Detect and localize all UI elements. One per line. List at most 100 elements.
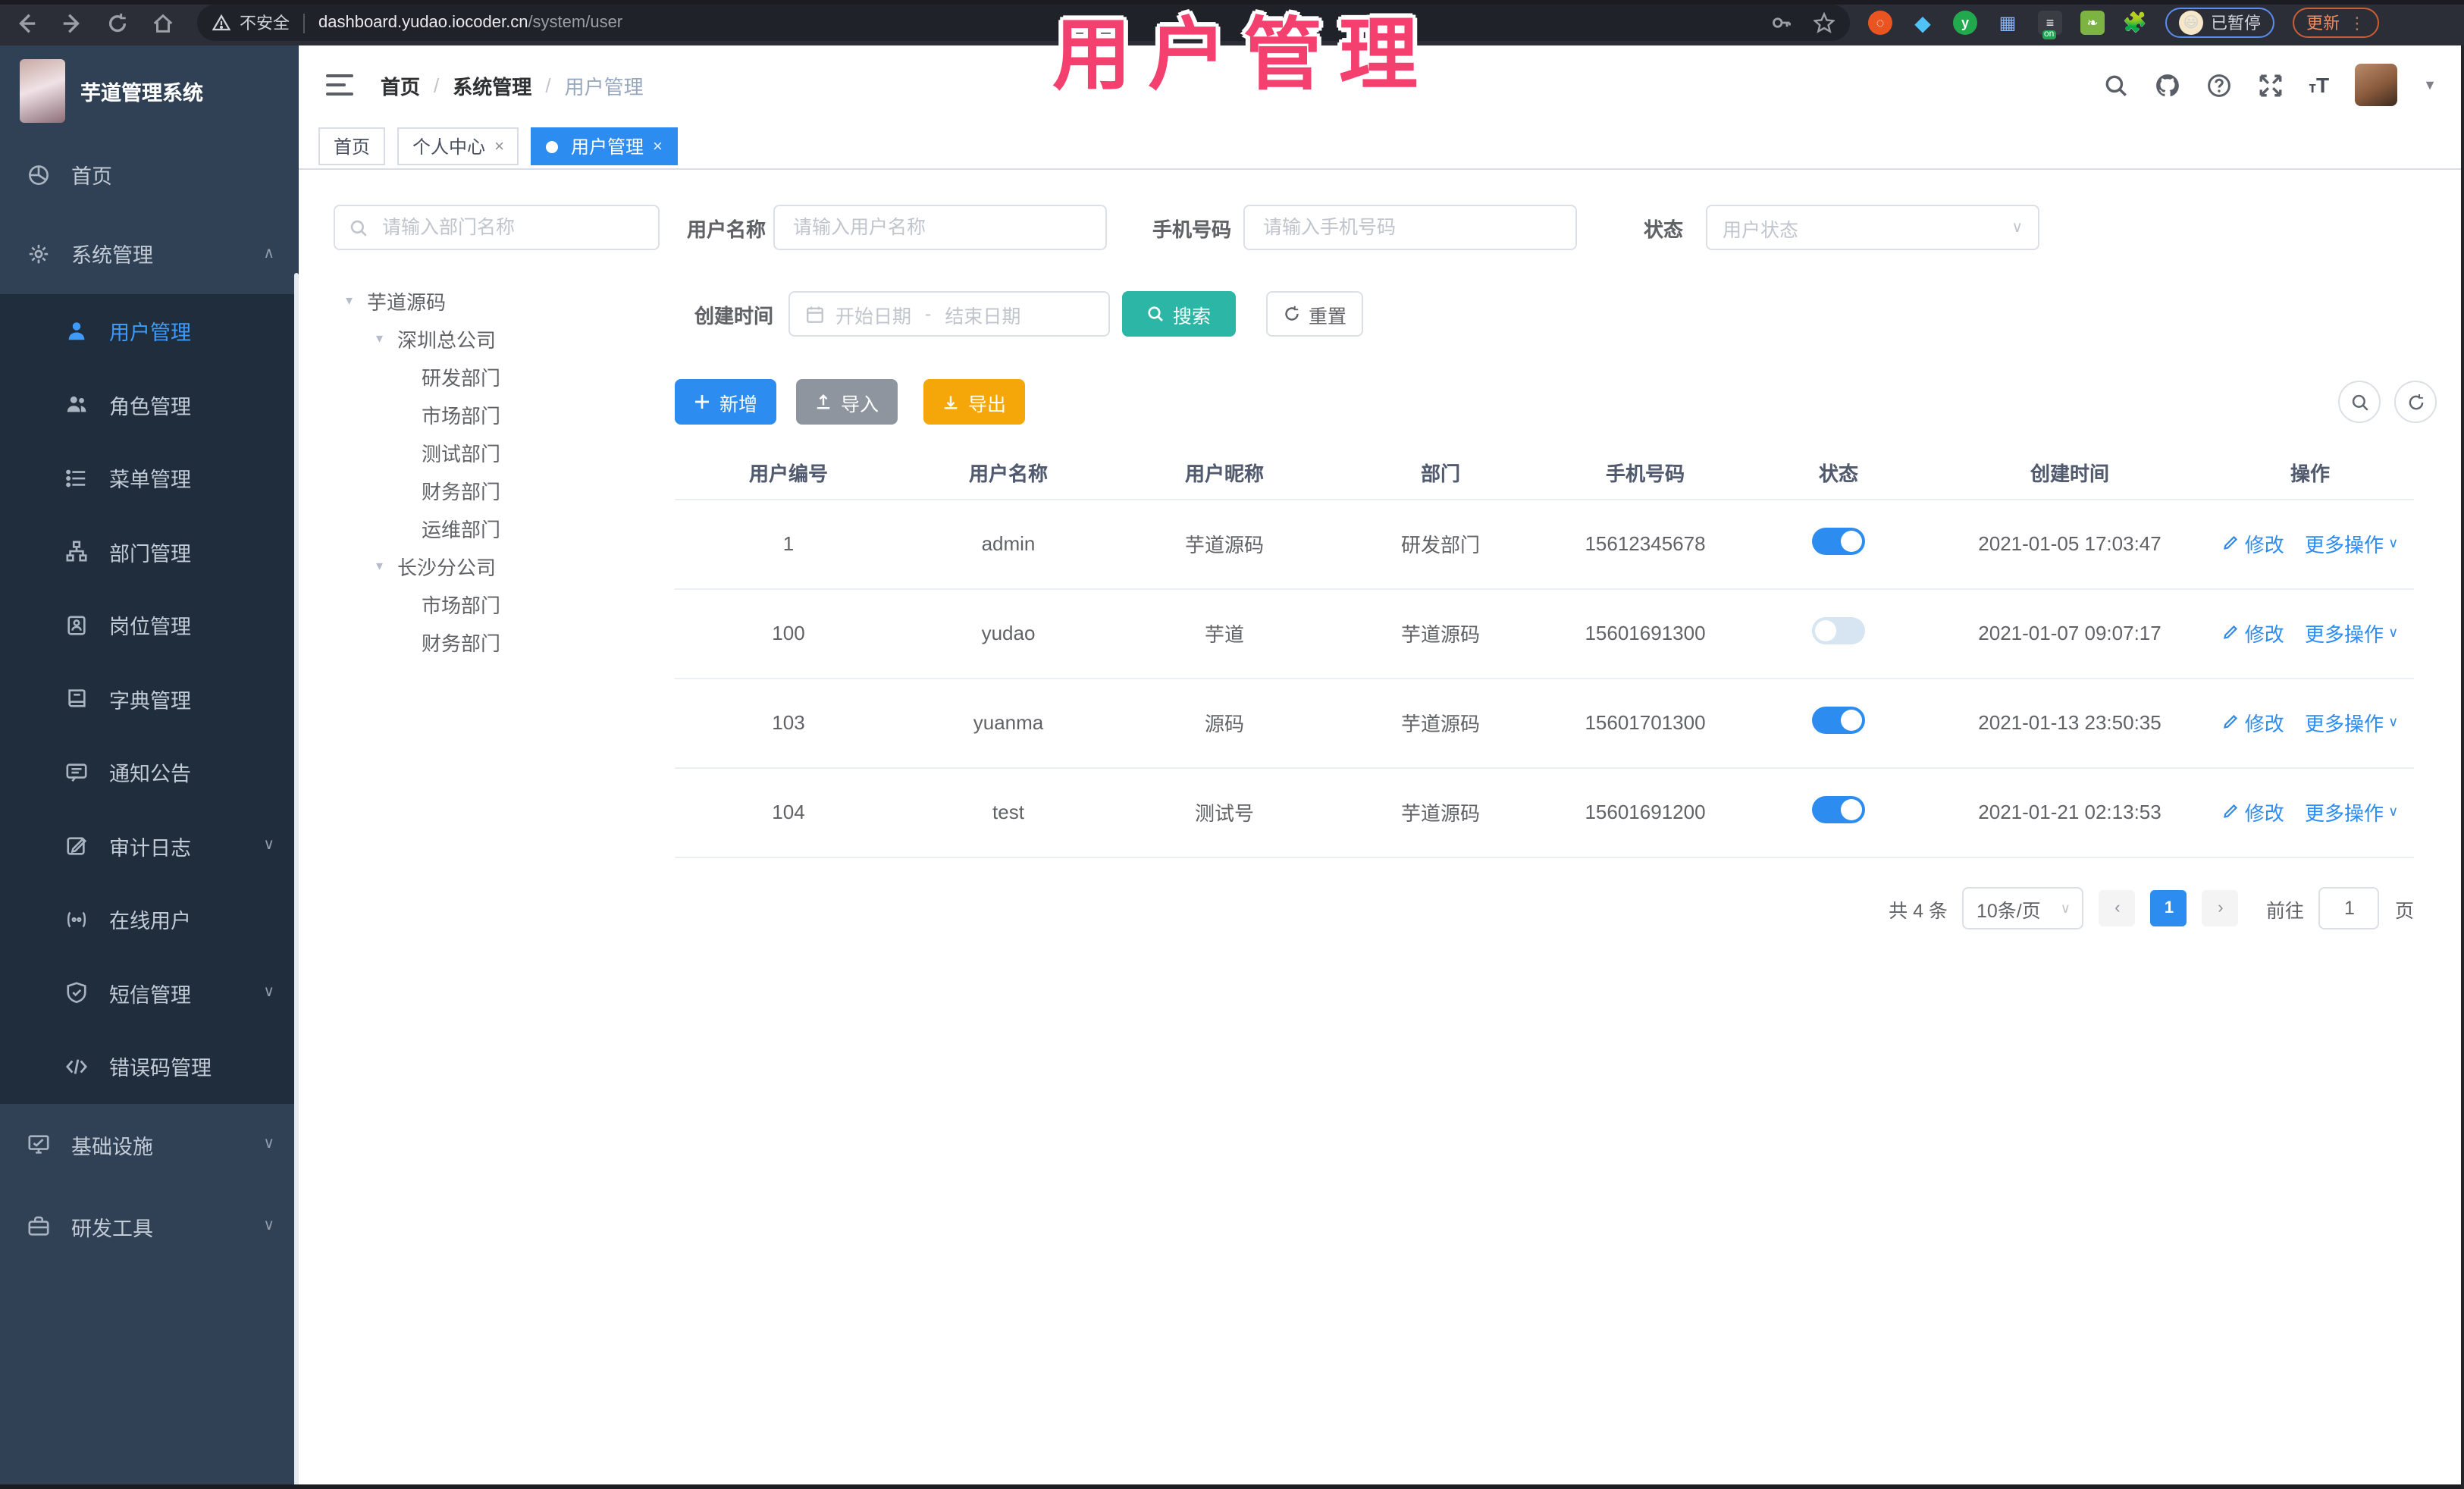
extension-leaf-icon[interactable]: ❧ (2080, 11, 2105, 35)
sidebar-item-error-code[interactable]: 错误码管理 (0, 1030, 299, 1103)
profile-paused-chip[interactable]: 😃 已暂停 (2165, 8, 2274, 38)
sidebar-item-dev-tools[interactable]: 研发工具 ∨ (0, 1185, 299, 1267)
add-button[interactable]: 新增 (675, 379, 776, 425)
username-input[interactable] (790, 215, 1090, 240)
security-label[interactable]: 不安全 (240, 11, 290, 35)
tab-user-mgmt[interactable]: 用户管理 × (531, 127, 678, 165)
next-page-button[interactable]: › (2202, 890, 2239, 926)
modify-link[interactable]: 修改 (2222, 619, 2284, 647)
tree-node[interactable]: 研发部门 (334, 358, 667, 396)
sidebar-item-infra[interactable]: 基础设施 ∨ (0, 1103, 299, 1185)
extension-y-icon[interactable]: y (1953, 11, 1977, 35)
sidebar-item-sms-mgmt[interactable]: 短信管理 ∨ (0, 956, 299, 1030)
more-actions-link[interactable]: 更多操作 ∨ (2305, 709, 2398, 738)
status-toggle[interactable] (1812, 707, 1865, 734)
tree-expand-icon[interactable]: ▾ (376, 558, 397, 575)
sidebar-item-notice[interactable]: 通知公告 (0, 735, 299, 809)
chrome-update-chip[interactable]: 更新 ⋮ (2293, 8, 2379, 38)
password-key-icon[interactable] (1771, 12, 1792, 33)
goto-page-input[interactable]: 1 (2318, 887, 2380, 929)
back-icon[interactable] (15, 11, 38, 34)
update-label[interactable]: 更新 (2306, 11, 2340, 35)
sidebar-item-online-users[interactable]: 在线用户 (0, 882, 299, 956)
upload-icon (817, 394, 831, 409)
sidebar-item-menu-mgmt[interactable]: 菜单管理 (0, 441, 299, 515)
refresh-table-button[interactable] (2394, 381, 2437, 423)
header-search-icon[interactable] (2102, 72, 2128, 98)
modify-link[interactable]: 修改 (2222, 798, 2284, 826)
more-actions-link[interactable]: 更多操作 ∨ (2305, 798, 2398, 827)
page-1-button[interactable]: 1 (2150, 890, 2187, 926)
tree-node[interactable]: ▾ 长沙分公司 (334, 547, 667, 585)
extensions-puzzle-icon[interactable]: 🧩 (2123, 11, 2147, 35)
tree-node[interactable]: ▾ 深圳总公司 (334, 320, 667, 358)
dashboard-icon (29, 165, 49, 184)
avatar-caret-icon[interactable]: ▼ (2423, 77, 2437, 92)
chrome-menu-icon[interactable]: ⋮ (2349, 13, 2365, 33)
sidebar-item-post-mgmt[interactable]: 岗位管理 (0, 588, 299, 662)
extension-grid-icon[interactable]: ▦ (1995, 11, 2020, 35)
font-size-icon[interactable]: тT (2309, 73, 2329, 97)
tree-node[interactable]: 财务部门 (334, 472, 667, 509)
tree-node[interactable]: ▾ 芋道源码 (334, 282, 667, 320)
extension-on-badge-icon[interactable]: on ≡ (2038, 11, 2062, 39)
url-host[interactable]: dashboard.yudao.iocoder.cn (318, 14, 528, 32)
cell-mobile: 15601701300 (1547, 678, 1744, 768)
status-select[interactable]: 用户状态 ∨ (1706, 205, 2039, 250)
sidebar-item-dept-mgmt[interactable]: 部门管理 (0, 515, 299, 588)
page-size-select[interactable]: 10条/页 ∨ (1962, 887, 2084, 929)
collapse-sidebar-icon[interactable] (326, 74, 353, 96)
more-actions-link[interactable]: 更多操作 ∨ (2305, 619, 2398, 648)
mobile-input[interactable] (1260, 215, 1560, 240)
sidebar-item-system[interactable]: 系统管理 ∧ (0, 212, 299, 294)
home-icon[interactable] (152, 11, 174, 34)
fullscreen-icon[interactable] (2257, 72, 2283, 98)
tab-profile[interactable]: 个人中心 × (397, 127, 519, 165)
modify-link[interactable]: 修改 (2222, 708, 2284, 737)
sidebar-item-user-mgmt[interactable]: 用户管理 (0, 294, 299, 368)
github-icon[interactable] (2154, 72, 2180, 98)
tree-node[interactable]: 财务部门 (334, 623, 667, 661)
status-toggle[interactable] (1812, 796, 1865, 823)
tree-node[interactable]: 运维部门 (334, 509, 667, 547)
sidebar-item-role-mgmt[interactable]: 角色管理 (0, 368, 299, 441)
reset-button[interactable]: 重置 (1266, 291, 1363, 337)
dept-search-input[interactable] (379, 215, 644, 240)
export-button[interactable]: 导出 (923, 379, 1025, 425)
create-time-range-picker[interactable]: 开始日期 - 结束日期 (788, 291, 1110, 337)
more-actions-link[interactable]: 更多操作 ∨ (2305, 530, 2398, 559)
tree-node[interactable]: 测试部门 (334, 434, 667, 472)
sidebar-item-home[interactable]: 首页 (0, 136, 299, 212)
breadcrumb-home[interactable]: 首页 (381, 71, 420, 99)
sidebar-item-dict-mgmt[interactable]: 字典管理 (0, 662, 299, 735)
status-toggle[interactable] (1812, 617, 1865, 644)
bookmark-star-icon[interactable] (1814, 12, 1835, 33)
status-toggle[interactable] (1812, 528, 1865, 555)
import-button[interactable]: 导入 (796, 379, 898, 425)
user-avatar[interactable] (2355, 64, 2398, 106)
reload-icon[interactable] (106, 11, 129, 34)
prev-page-button[interactable]: ‹ (2099, 890, 2136, 926)
address-bar[interactable]: 不安全 dashboard.yudao.iocoder.cn/system/us… (197, 5, 1850, 41)
close-icon[interactable]: × (653, 137, 663, 155)
search-button[interactable]: 搜索 (1122, 291, 1236, 337)
modify-link[interactable]: 修改 (2222, 529, 2284, 558)
close-icon[interactable]: × (494, 137, 504, 155)
tab-home[interactable]: 首页 (318, 127, 386, 165)
col-header: 手机号码 (1547, 447, 1744, 500)
extension-ubuntu-icon[interactable]: ◌ (1868, 11, 1892, 35)
breadcrumb-system[interactable]: 系统管理 (453, 71, 531, 99)
end-date-placeholder[interactable]: 结束日期 (945, 299, 1020, 328)
extension-gem-icon[interactable]: ◆ (1911, 10, 1935, 35)
toggle-search-button[interactable] (2338, 381, 2381, 423)
start-date-placeholder[interactable]: 开始日期 (835, 299, 911, 328)
tree-node[interactable]: 市场部门 (334, 396, 667, 434)
help-icon[interactable] (2205, 72, 2231, 98)
col-header: 状态 (1744, 447, 1933, 500)
forward-icon[interactable] (61, 11, 83, 34)
tree-expand-icon[interactable]: ▾ (376, 331, 397, 347)
tree-node[interactable]: 市场部门 (334, 585, 667, 623)
mobile-label: 手机号码 (1152, 218, 1231, 240)
tree-expand-icon[interactable]: ▾ (346, 293, 367, 309)
sidebar-item-audit-log[interactable]: 审计日志 ∨ (0, 809, 299, 882)
